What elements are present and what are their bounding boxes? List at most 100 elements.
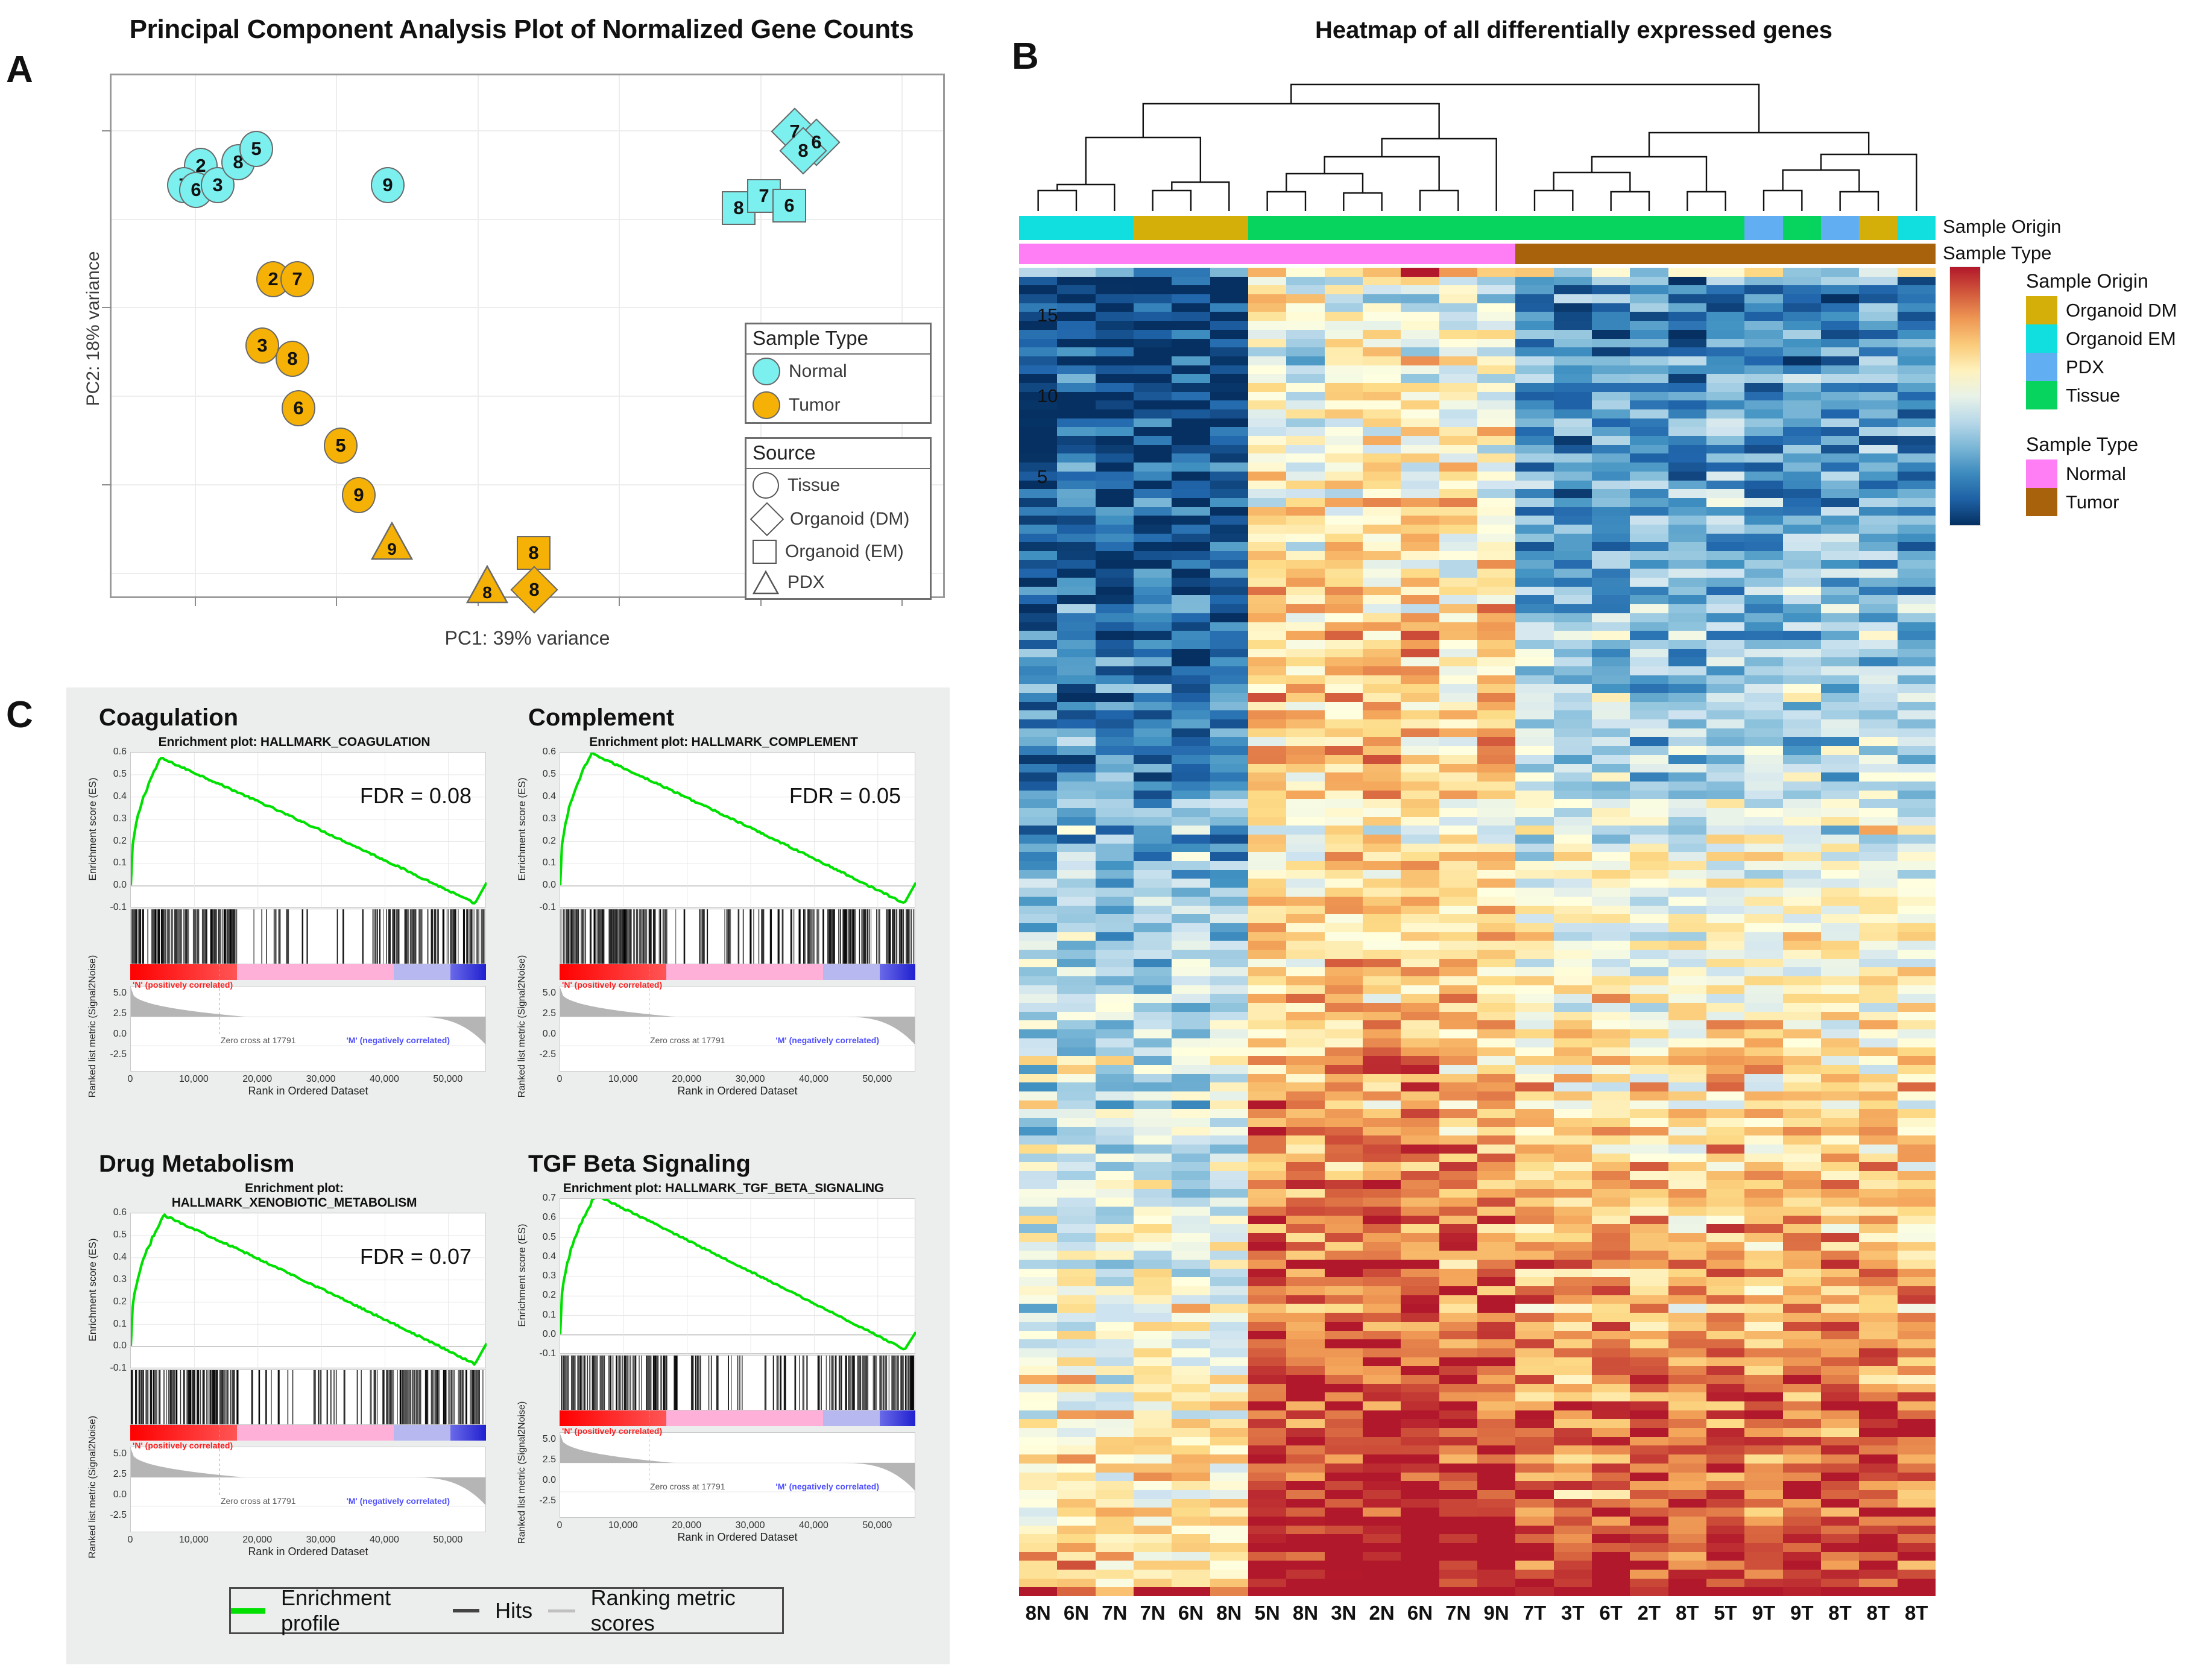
heatmap-cell: [1019, 852, 1058, 862]
legend-item-tissue[interactable]: Tissue: [2026, 381, 2183, 409]
pca-point-tumor-circle-3-9[interactable]: 3: [245, 327, 279, 364]
heatmap-cell: [1172, 1251, 1210, 1260]
heatmap-cell: [1133, 1047, 1172, 1056]
heatmap-cell: [1324, 976, 1363, 985]
pca-point-tumor-triangle-9-20[interactable]: 9: [371, 522, 413, 561]
heatmap-cell: [1286, 994, 1325, 1003]
heatmap-cell: [1744, 622, 1783, 631]
heatmap-cell: [1133, 870, 1172, 879]
heatmap-cell: [1248, 1508, 1287, 1517]
heatmap-cell: [1820, 923, 1860, 932]
heatmap-cell: [1210, 1392, 1248, 1401]
heatmap-cell: [1057, 524, 1096, 534]
heatmap-cell: [1172, 382, 1210, 392]
pca-legend-item-normal[interactable]: Normal: [746, 355, 930, 388]
gsea-ytick-bottom-2-3: -2.5: [110, 1510, 127, 1521]
gsea-heading-1: Complement: [528, 704, 675, 731]
pca-point-tumor-circle-5-12[interactable]: 5: [324, 428, 358, 464]
heatmap-cell: [1515, 374, 1554, 383]
heatmap-cell: [1210, 1445, 1248, 1455]
heatmap-cell: [1630, 781, 1668, 791]
gsea-pos-corr-label-3: 'N' (positively correlated): [562, 1426, 663, 1436]
heatmap-cell: [1095, 1286, 1134, 1295]
heatmap-cell: [1553, 507, 1592, 516]
heatmap-cell: [1744, 826, 1783, 835]
heatmap-cell: [1401, 719, 1439, 728]
heatmap-cell: [1248, 285, 1287, 295]
pca-point-tumor-circle-7-8[interactable]: 7: [280, 261, 314, 297]
pca-legend-item-organoid-dm[interactable]: Organoid (DM): [746, 502, 930, 537]
pca-point-tumor-circle-8-10[interactable]: 8: [276, 341, 309, 377]
heatmap-cell: [1401, 746, 1439, 755]
heatmap-cell: [1706, 1020, 1745, 1030]
heatmap-cell: [1591, 294, 1630, 303]
heatmap-cell: [1477, 1330, 1516, 1340]
heatmap-cell: [1324, 1313, 1363, 1322]
legend-item-normal[interactable]: Normal: [2026, 459, 2183, 488]
heatmap-cell: [1401, 1383, 1439, 1393]
heatmap-cell: [1401, 1481, 1439, 1490]
heatmap-cell: [1095, 1516, 1134, 1526]
heatmap-cell: [1057, 772, 1096, 782]
heatmap-cell: [1782, 418, 1821, 428]
heatmap-cell: [1324, 1587, 1363, 1597]
legend-item-organoid-em[interactable]: Organoid EM: [2026, 324, 2183, 353]
heatmap-cell: [1439, 1304, 1477, 1313]
pca-point-tumor-square-8-22[interactable]: 8: [517, 536, 551, 570]
pca-legend-item-pdx[interactable]: PDX: [746, 567, 930, 598]
heatmap-cell: [1210, 516, 1248, 525]
heatmap-cell: [1362, 1029, 1401, 1038]
heatmap-cell: [1057, 1516, 1096, 1526]
legend-item-organoid-dm[interactable]: Organoid DM: [2026, 296, 2183, 324]
heatmap-cell: [1095, 1357, 1134, 1366]
heatmap-cell: [1248, 1304, 1287, 1313]
heatmap-cell: [1897, 657, 1936, 666]
pca-point-normal-circle-9-6[interactable]: 9: [371, 167, 405, 203]
heatmap-cell: [1401, 826, 1439, 835]
colorbar-tick-10: 10: [1037, 385, 1058, 406]
pca-point-tumor-circle-9-13[interactable]: 9: [342, 477, 376, 513]
heatmap-cell: [1133, 1419, 1172, 1429]
heatmap-cell: [1859, 631, 1898, 640]
heatmap-cell: [1324, 312, 1363, 321]
heatmap-cell: [1477, 631, 1516, 640]
pca-legend-item-organoid-em[interactable]: Organoid (EM): [746, 537, 930, 567]
pca-point-tumor-triangle-8-21[interactable]: 8: [466, 565, 508, 605]
heatmap-cell: [1706, 1135, 1745, 1145]
legend-item-pdx[interactable]: PDX: [2026, 353, 2183, 381]
heatmap-cell: [1782, 409, 1821, 418]
heatmap-cell: [1706, 1304, 1745, 1313]
heatmap-cell: [1286, 1020, 1325, 1030]
heatmap-cell: [1019, 374, 1058, 383]
heatmap-cell: [1324, 427, 1363, 437]
annot-origin-cell-15: [1591, 216, 1630, 240]
heatmap-cell: [1210, 1003, 1248, 1012]
pca-legend-item-tissue[interactable]: Tissue: [746, 469, 930, 502]
heatmap-cell: [1668, 1126, 1706, 1136]
heatmap-cell: [1324, 321, 1363, 330]
heatmap-cell: [1439, 1056, 1477, 1065]
heatmap-cell: [1439, 1003, 1477, 1012]
heatmap-cell: [1019, 1295, 1058, 1304]
heatmap-cell: [1782, 905, 1821, 915]
heatmap-cell: [1820, 763, 1860, 773]
heatmap-cell: [1553, 303, 1592, 312]
legend-item-tumor[interactable]: Tumor: [2026, 488, 2183, 516]
pca-point-tumor-diamond-8-23[interactable]: 8: [510, 566, 558, 614]
pca-point-normal-circle-5-5[interactable]: 5: [239, 131, 273, 167]
heatmap-cell: [1553, 772, 1592, 782]
heatmap-cell: [1897, 1401, 1936, 1410]
pca-point-normal-square-6-19[interactable]: 6: [772, 189, 806, 223]
heatmap-cell: [1477, 816, 1516, 826]
heatmap-cell: [1133, 861, 1172, 870]
heatmap-cell: [1172, 1260, 1210, 1269]
heatmap-cell: [1401, 1277, 1439, 1287]
pca-y-tick: [102, 307, 112, 309]
heatmap-cell: [1057, 560, 1096, 569]
heatmap-cell: [1515, 1189, 1554, 1198]
heatmap-cell: [1019, 1118, 1058, 1127]
heatmap-cell: [1477, 497, 1516, 507]
heatmap-cell: [1248, 1374, 1287, 1384]
pca-legend-item-tumor[interactable]: Tumor: [746, 388, 930, 422]
pca-point-tumor-circle-6-11[interactable]: 6: [282, 390, 315, 426]
